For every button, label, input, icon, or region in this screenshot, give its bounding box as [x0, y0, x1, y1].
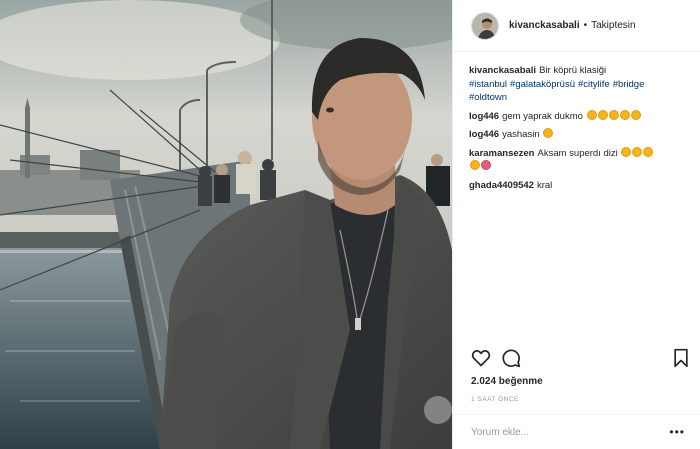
comment-text: gem yaprak dukmo — [502, 110, 583, 122]
post-timestamp: 1 SAAT ÖNCE — [471, 396, 519, 403]
comment-username[interactable]: log446 — [469, 111, 499, 122]
caption-text: Bir köprü klasiği — [539, 65, 607, 76]
comment-bubble-icon[interactable] — [501, 348, 521, 368]
post-sidebar: kivanckasabali • Takiptesin kivanckasaba… — [452, 0, 700, 449]
comment-username[interactable]: log446 — [469, 129, 499, 140]
emoji-icon — [586, 109, 597, 120]
emoji-icon — [619, 109, 630, 120]
header-separator: • — [583, 20, 588, 31]
comment-input[interactable] — [471, 426, 661, 438]
comment-text: yashasin — [502, 129, 540, 140]
more-options-button[interactable]: ••• — [669, 425, 685, 439]
emoji-icon — [621, 146, 632, 157]
comment-item: log446 gem yaprak dukmo — [469, 109, 691, 124]
hashtag-link[interactable]: #citylife — [578, 79, 610, 90]
caption: kivanckasabali Bir köprü klasiği #istanbu… — [469, 64, 691, 105]
avatar-image — [472, 12, 498, 39]
hashtag-link[interactable]: #bridge — [613, 79, 645, 90]
comment-text: Aksam superdı dizi — [537, 147, 618, 159]
emoji-icon — [632, 146, 643, 157]
comment-item: log446 yashasin — [469, 128, 691, 142]
comment-item: karamansezen Aksam superdı dizi — [469, 146, 691, 174]
caption-username[interactable]: kivanckasabali — [469, 65, 536, 76]
post-actions — [471, 348, 688, 370]
comments-list: kivanckasabali Bir köprü klasiği #istanbu… — [469, 64, 691, 197]
post-photo[interactable] — [0, 0, 452, 449]
emoji-icon — [470, 160, 480, 170]
heart-icon[interactable] — [471, 348, 491, 368]
hashtag-link[interactable]: #galataköprüsü — [510, 79, 575, 90]
emoji-icon — [597, 109, 608, 120]
follow-status[interactable]: Takiptesin — [591, 20, 635, 31]
comment-text: kral — [536, 179, 553, 191]
avatar[interactable] — [471, 11, 499, 40]
emoji-icon — [543, 128, 554, 138]
emoji-icon — [481, 160, 491, 170]
post-photo-illustration — [0, 0, 452, 449]
post-header: kivanckasabali • Takiptesin — [453, 0, 700, 52]
comment-item: ghada4409542 kral — [469, 179, 691, 193]
likes-count[interactable]: 2.024 beğenme — [471, 376, 543, 387]
hashtag-link[interactable]: #istanbul — [469, 79, 507, 90]
emoji-icon — [643, 146, 654, 157]
comment-username[interactable]: karamansezen — [469, 148, 534, 159]
header-username[interactable]: kivanckasabali — [509, 20, 580, 31]
emoji-icon — [608, 109, 619, 120]
bookmark-icon[interactable] — [671, 348, 691, 368]
comment-username[interactable]: ghada4409542 — [469, 180, 534, 191]
add-comment-bar: ••• — [453, 414, 700, 449]
hashtag-link[interactable]: #oldtown — [469, 92, 507, 103]
emoji-icon — [630, 109, 641, 120]
